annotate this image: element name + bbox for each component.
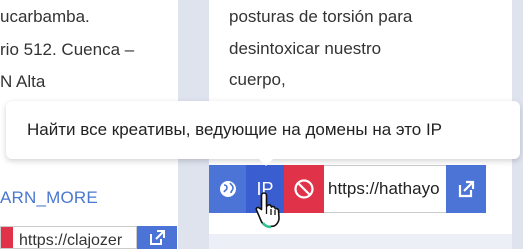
block-button[interactable] (284, 165, 324, 213)
globe-icon (219, 181, 236, 197)
tooltip-arrow (257, 157, 275, 166)
hand-cursor-icon (254, 190, 286, 235)
external-link-icon (458, 180, 475, 198)
right-card-text-line: posturas de torsión para (229, 7, 413, 26)
left-card-text-line: ucarbamba. (0, 7, 90, 26)
tooltip-text: Найти все креативы, ведующие на домены н… (27, 120, 443, 139)
tooltip: Найти все креативы, ведующие на домены н… (6, 101, 520, 159)
card-divider (209, 234, 512, 249)
left-block-button[interactable] (1, 227, 13, 248)
left-card-text-line: N Alta (0, 72, 46, 91)
right-card-text-line: cuerpo, (229, 70, 286, 89)
globe-button[interactable] (209, 165, 246, 213)
left-url-field[interactable]: https://clajozer (0, 226, 137, 249)
external-link-icon (150, 229, 165, 245)
right-card-text-line: desintoxicar nuestro (229, 39, 382, 58)
ban-icon (294, 179, 314, 199)
left-card-text-line: rio 512. Cuenca – (0, 40, 135, 59)
left-open-link-button[interactable] (137, 226, 177, 249)
url-field[interactable]: https://hathayo (324, 165, 446, 213)
url-text: https://hathayo (328, 179, 440, 198)
learn-more-link[interactable]: ARN_MORE (0, 188, 98, 208)
open-link-button[interactable] (446, 165, 486, 213)
left-url-text: https://clajozer (19, 232, 123, 249)
